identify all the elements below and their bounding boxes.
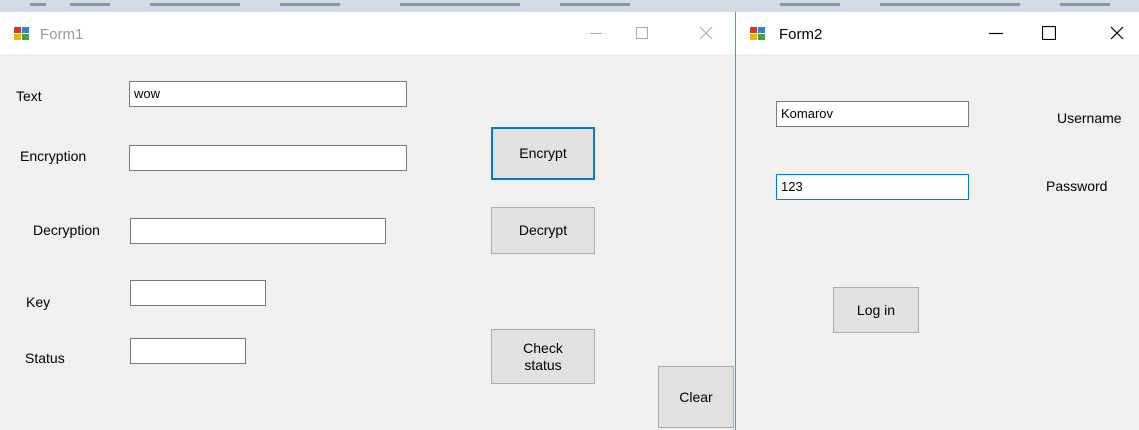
key-label: Key	[26, 294, 51, 310]
close-icon	[699, 26, 713, 40]
close-icon	[1110, 26, 1124, 40]
status-input[interactable]	[130, 338, 246, 364]
encryption-input[interactable]	[129, 145, 407, 171]
decryption-label: Decryption	[33, 222, 100, 238]
encrypt-button[interactable]: Encrypt	[491, 127, 595, 180]
close-button[interactable]	[683, 12, 729, 54]
form2-titlebar[interactable]: Form2	[736, 12, 1139, 54]
maximize-icon	[1042, 26, 1056, 40]
password-input[interactable]: 123	[776, 174, 969, 200]
login-button[interactable]: Log in	[833, 287, 919, 333]
minimize-icon	[989, 32, 1003, 35]
minimize-icon	[590, 33, 602, 34]
form2-window: Form2 Komarov Username 123 Password Log …	[735, 12, 1139, 430]
form1-window: Form1 Text wow Encryption Decryption Key…	[0, 12, 735, 430]
window-title: Form2	[779, 26, 823, 43]
background-window-strip	[0, 0, 1139, 12]
form1-titlebar[interactable]: Form1	[0, 12, 735, 54]
app-icon	[750, 27, 766, 41]
check-status-button[interactable]: Check status	[491, 329, 595, 384]
clear-button[interactable]: Clear	[658, 366, 734, 428]
status-label: Status	[25, 350, 65, 366]
key-input[interactable]	[130, 280, 266, 306]
app-icon	[14, 27, 30, 41]
maximize-icon	[636, 27, 648, 39]
maximize-button[interactable]	[1026, 12, 1072, 54]
decrypt-button[interactable]: Decrypt	[491, 207, 595, 254]
encryption-label: Encryption	[20, 148, 87, 164]
decryption-input[interactable]	[130, 218, 386, 244]
window-title: Form1	[40, 26, 84, 43]
password-label: Password	[1046, 178, 1108, 194]
text-label: Text	[16, 88, 42, 104]
maximize-button[interactable]	[619, 12, 665, 54]
minimize-button[interactable]	[573, 12, 619, 54]
username-label: Username	[1057, 110, 1122, 126]
close-button[interactable]	[1094, 12, 1139, 54]
text-input[interactable]: wow	[129, 81, 407, 107]
username-input[interactable]: Komarov	[776, 101, 969, 127]
minimize-button[interactable]	[973, 12, 1019, 54]
